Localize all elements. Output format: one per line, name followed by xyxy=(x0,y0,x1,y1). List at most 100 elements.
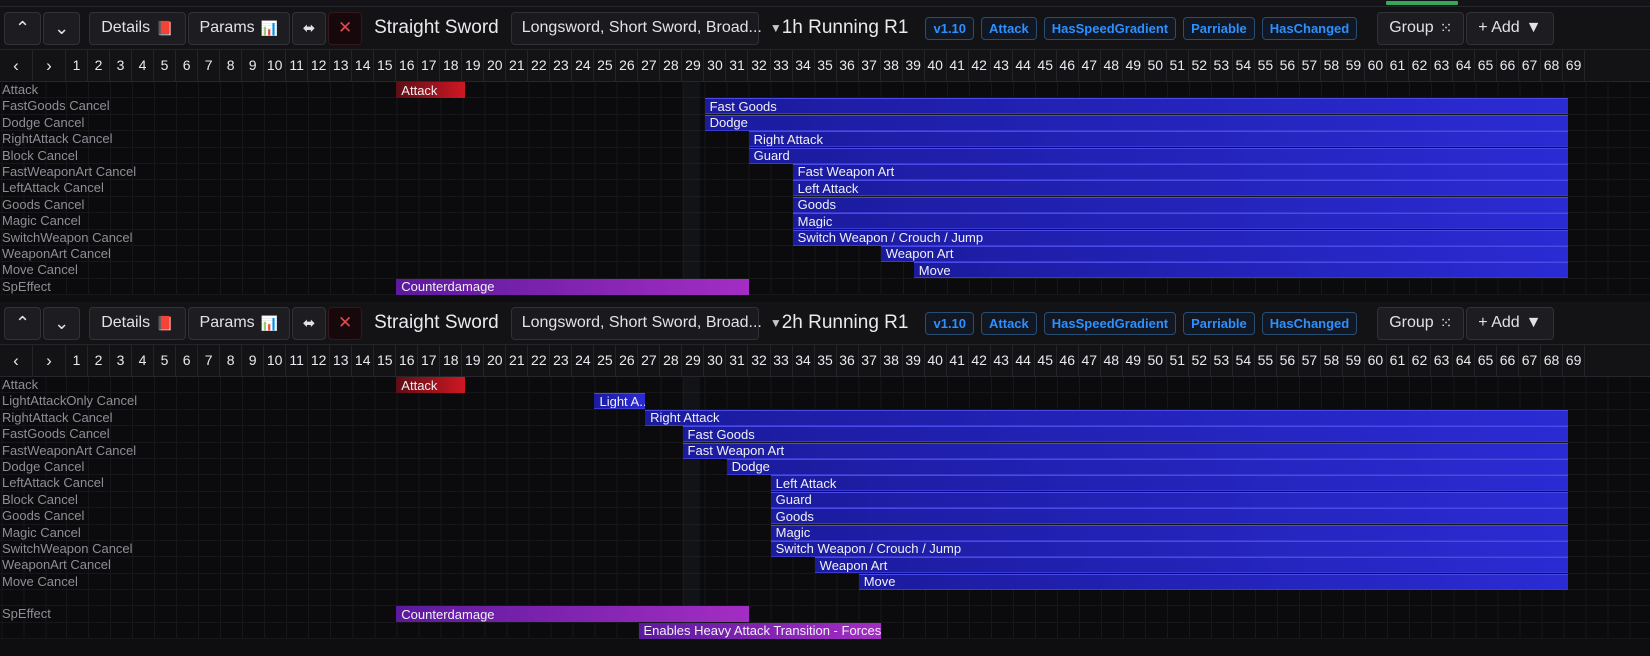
timeline-bar[interactable]: Right Attack xyxy=(645,409,1568,426)
timeline-bar[interactable]: Guard xyxy=(770,491,1568,508)
ruler-tick: 9 xyxy=(242,345,265,376)
details-button[interactable]: Details 📕 xyxy=(89,306,186,340)
ruler-tick: 65 xyxy=(1475,50,1498,81)
ruler-tick: 32 xyxy=(748,50,771,81)
track-label: Dodge Cancel xyxy=(2,458,85,474)
move-up-button[interactable]: ⌃ xyxy=(4,306,42,340)
ruler-tick: 64 xyxy=(1453,50,1475,81)
tag-parriable[interactable]: Parriable xyxy=(1183,16,1255,40)
tag-attack[interactable]: Attack xyxy=(981,16,1037,40)
ruler-tick: 24 xyxy=(572,345,595,376)
ruler-tick: 14 xyxy=(352,50,375,81)
ruler-tick: 27 xyxy=(638,345,661,376)
timeline-bar[interactable]: Goods xyxy=(770,508,1568,525)
tag-hasspeedgradient[interactable]: HasSpeedGradient xyxy=(1043,16,1177,40)
group-icon: ⁙ xyxy=(1439,20,1453,37)
group-button[interactable]: Group ⁙ xyxy=(1377,306,1465,340)
timeline-bar[interactable]: Attack xyxy=(396,82,465,98)
timeline-bar[interactable]: Left Attack xyxy=(792,180,1568,197)
ruler-tick: 7 xyxy=(198,50,221,81)
ruler-tick: 29 xyxy=(682,50,705,81)
ruler-tick: 35 xyxy=(815,50,837,81)
timeline-bar[interactable]: Enables Heavy Attack Transition - Forces… xyxy=(638,622,881,639)
ruler-tick: 33 xyxy=(771,345,793,376)
ruler-tick: 41 xyxy=(947,345,969,376)
params-label: Params xyxy=(199,19,255,36)
track-label: SpEffect xyxy=(2,606,51,622)
timeline-bar[interactable]: Left Attack xyxy=(770,475,1568,492)
ruler-tick: 14 xyxy=(352,345,375,376)
timeline-bar[interactable]: Fast Goods xyxy=(704,98,1568,115)
track-label: Block Cancel xyxy=(2,491,78,507)
timeline-bar[interactable]: Switch Weapon / Crouch / Jump xyxy=(770,540,1568,557)
tag-v1-10[interactable]: v1.10 xyxy=(925,311,975,335)
params-button[interactable]: Params 📊 xyxy=(187,306,291,340)
close-button[interactable]: ✕ xyxy=(328,11,363,45)
ruler-tick: 30 xyxy=(704,345,727,376)
ruler-tick: 56 xyxy=(1277,345,1299,376)
ruler-next-button[interactable]: › xyxy=(33,50,66,82)
timeline-bar[interactable]: Move xyxy=(913,262,1568,279)
ruler-prev-button[interactable]: ‹ xyxy=(0,50,33,82)
collapse-button[interactable]: ⬌ xyxy=(292,306,327,340)
ruler-tick: 40 xyxy=(925,345,947,376)
move-down-button[interactable]: ⌄ xyxy=(43,306,81,340)
close-button[interactable]: ✕ xyxy=(328,306,363,340)
track-row: FastWeaponArt Cancel Fast Weapon Art xyxy=(0,163,1650,181)
ruler-prev-button[interactable]: ‹ xyxy=(0,345,33,377)
timeline-bar[interactable]: Move xyxy=(858,573,1568,590)
move-down-button[interactable]: ⌄ xyxy=(43,11,81,45)
timeline-bar[interactable]: Fast Weapon Art xyxy=(792,163,1568,180)
track-row: Magic Cancel Magic xyxy=(0,213,1650,230)
timeline-bar[interactable]: Magic xyxy=(770,524,1568,541)
ruler-tick: 50 xyxy=(1145,50,1167,81)
ruler-tick: 61 xyxy=(1387,50,1409,81)
timeline-bar[interactable]: Counterdamage xyxy=(396,278,749,295)
timeline-bar[interactable]: Guard xyxy=(748,147,1568,164)
ruler-tick: 58 xyxy=(1321,345,1343,376)
weapon-select[interactable]: Longsword, Short Sword, Broad... ▼ xyxy=(510,306,782,340)
timeline-bar[interactable]: Fast Goods xyxy=(682,426,1568,443)
track-label: LeftAttack Cancel xyxy=(2,180,104,196)
timeline-bar[interactable]: Dodge xyxy=(704,114,1568,131)
track-area-2: Attack Attack LightAttackOnly Cancel Light … xyxy=(0,377,1650,640)
ruler-tick: 1 xyxy=(66,50,89,81)
add-button[interactable]: + Add ▼ xyxy=(1466,11,1554,45)
ruler-next-button[interactable]: › xyxy=(33,345,66,377)
timeline-bar[interactable]: Dodge xyxy=(726,458,1568,475)
tag-haschanged[interactable]: HasChanged xyxy=(1261,311,1358,335)
details-button[interactable]: Details 📕 xyxy=(89,11,186,45)
tag-v1-10[interactable]: v1.10 xyxy=(925,16,975,40)
track-label: LeftAttack Cancel xyxy=(2,475,104,491)
weapon-select[interactable]: Longsword, Short Sword, Broad... ▼ xyxy=(510,11,782,45)
timeline-bar[interactable]: Light A... xyxy=(594,393,646,410)
track-label: Magic Cancel xyxy=(2,213,81,229)
track-row: Move Cancel Move xyxy=(0,262,1650,279)
timeline-bar[interactable]: Goods xyxy=(792,196,1568,213)
animation-panel-2: ⌃ ⌄ Details 📕 Params 📊 ⬌ ✕ Straight Sword Longswo… xyxy=(0,302,1650,640)
track-label: FastGoods Cancel xyxy=(2,426,110,442)
tag-parriable[interactable]: Parriable xyxy=(1183,311,1255,335)
timeline-bar[interactable]: Attack xyxy=(396,377,465,393)
tag-attack[interactable]: Attack xyxy=(981,311,1037,335)
tag-hasspeedgradient[interactable]: HasSpeedGradient xyxy=(1043,311,1177,335)
ruler-tick: 68 xyxy=(1541,345,1564,376)
timeline-bar[interactable]: Fast Weapon Art xyxy=(682,442,1568,459)
animation-panel-1: ⌃ ⌄ Details 📕 Params 📊 ⬌ ✕ Straight Sword Longswo… xyxy=(0,7,1650,296)
ruler-tick: 11 xyxy=(286,345,309,376)
tag-haschanged[interactable]: HasChanged xyxy=(1261,16,1358,40)
timeline-bar[interactable]: Right Attack xyxy=(748,131,1568,148)
params-button[interactable]: Params 📊 xyxy=(187,11,291,45)
group-button[interactable]: Group ⁙ xyxy=(1377,11,1465,45)
move-up-button[interactable]: ⌃ xyxy=(4,11,42,45)
timeline-bar[interactable]: Counterdamage xyxy=(396,606,749,623)
add-button[interactable]: + Add ▼ xyxy=(1466,306,1554,340)
timeline-bar[interactable]: Magic xyxy=(792,213,1568,230)
timeline-bar[interactable]: Switch Weapon / Crouch / Jump xyxy=(792,229,1568,246)
ruler-tick: 37 xyxy=(859,345,881,376)
timeline-bar[interactable]: Weapon Art xyxy=(880,245,1568,262)
track-label: FastWeaponArt Cancel xyxy=(2,442,137,458)
ruler-tick: 67 xyxy=(1519,345,1542,376)
collapse-button[interactable]: ⬌ xyxy=(292,11,327,45)
timeline-bar[interactable]: Weapon Art xyxy=(814,557,1568,574)
